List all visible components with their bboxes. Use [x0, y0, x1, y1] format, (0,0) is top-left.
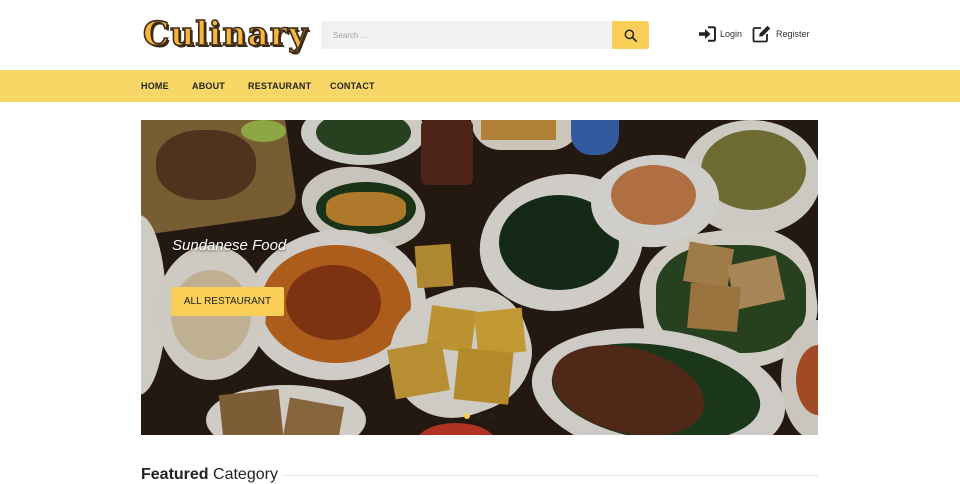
search-input[interactable] [321, 21, 612, 49]
site-header: Culinary Login Register [0, 0, 960, 70]
heading-rest: Category [213, 466, 278, 483]
login-label: Login [720, 29, 743, 39]
search-icon [624, 29, 637, 42]
site-logo[interactable]: Culinary [142, 13, 308, 54]
search-button[interactable] [612, 21, 649, 49]
login-icon [699, 26, 716, 42]
all-restaurant-button[interactable]: ALL RESTAURANT [171, 287, 284, 316]
login-link[interactable]: Login [698, 26, 742, 42]
featured-category-heading: Featured Category [141, 466, 278, 484]
nav-item-home[interactable]: HOME [141, 81, 169, 91]
nav-item-about[interactable]: ABOUT [192, 81, 225, 91]
edit-icon [752, 25, 771, 43]
slider-dots [464, 413, 494, 419]
slider-dot-3[interactable] [488, 413, 494, 419]
hero-slider: Sundanese Food ALL RESTAURANT [141, 120, 818, 435]
nav-item-contact[interactable]: CONTACT [330, 81, 375, 91]
main-nav: HOME ABOUT RESTAURANT CONTACT [0, 70, 960, 102]
register-label: Register [776, 29, 810, 39]
hero-caption: Sundanese Food [172, 237, 287, 254]
slider-dot-1[interactable] [464, 413, 470, 419]
register-link[interactable]: Register [752, 25, 810, 43]
nav-item-restaurant[interactable]: RESTAURANT [248, 81, 311, 91]
heading-divider [284, 475, 818, 476]
heading-bold: Featured [141, 466, 209, 483]
slider-dot-2[interactable] [476, 413, 482, 419]
search-bar [321, 21, 649, 49]
